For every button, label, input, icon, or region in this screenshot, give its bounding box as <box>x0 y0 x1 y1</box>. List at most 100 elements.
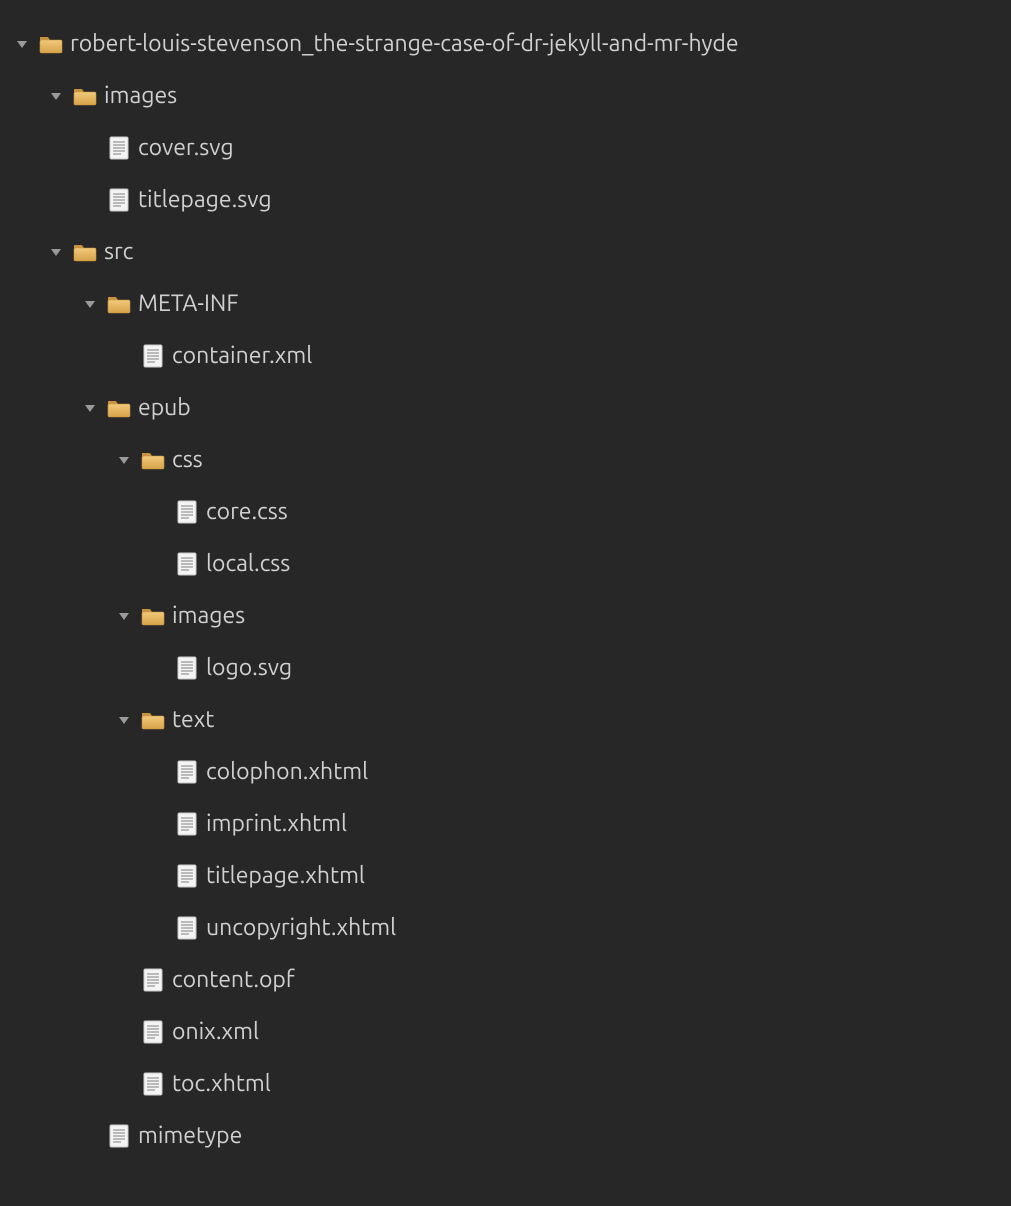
indent <box>78 980 112 981</box>
indent <box>10 564 44 565</box>
indent <box>44 304 78 305</box>
toggle-placeholder <box>146 552 170 576</box>
tree-item-label: titlepage.xhtml <box>206 850 365 902</box>
chevron-down-icon[interactable] <box>78 292 102 316</box>
indent <box>10 616 44 617</box>
file-icon <box>174 811 200 837</box>
folder-icon <box>106 395 132 421</box>
tree-row-container-xml[interactable]: container.xml <box>10 330 1011 382</box>
tree-row-titlepage-xhtml[interactable]: titlepage.xhtml <box>10 850 1011 902</box>
folder-icon <box>72 83 98 109</box>
tree-row-colophon-xhtml[interactable]: colophon.xhtml <box>10 746 1011 798</box>
indent <box>112 564 146 565</box>
indent <box>44 408 78 409</box>
indent <box>10 876 44 877</box>
tree-item-label: colophon.xhtml <box>206 746 368 798</box>
folder-icon <box>72 239 98 265</box>
file-icon <box>106 1123 132 1149</box>
tree-row-images[interactable]: images <box>10 70 1011 122</box>
indent <box>112 928 146 929</box>
file-icon <box>174 863 200 889</box>
chevron-down-icon[interactable] <box>112 448 136 472</box>
indent <box>44 720 78 721</box>
tree-row-meta-inf[interactable]: META-INF <box>10 278 1011 330</box>
tree-row-content-opf[interactable]: content.opf <box>10 954 1011 1006</box>
tree-row-core-css[interactable]: core.css <box>10 486 1011 538</box>
tree-row-local-css[interactable]: local.css <box>10 538 1011 590</box>
file-icon <box>140 1071 166 1097</box>
tree-item-label: logo.svg <box>206 642 292 694</box>
file-icon <box>174 551 200 577</box>
tree-row-epub[interactable]: epub <box>10 382 1011 434</box>
tree-row-robert-louis-stevenson-the-strange-case-of-dr-jekyll-and-mr-hyde[interactable]: robert-louis-stevenson_the-strange-case-… <box>10 18 1011 70</box>
indent <box>78 668 112 669</box>
folder-icon <box>140 707 166 733</box>
indent <box>44 512 78 513</box>
chevron-down-icon[interactable] <box>44 240 68 264</box>
indent <box>78 772 112 773</box>
tree-row-titlepage-svg[interactable]: titlepage.svg <box>10 174 1011 226</box>
indent <box>10 1084 44 1085</box>
chevron-down-icon[interactable] <box>10 32 34 56</box>
tree-item-label: mimetype <box>138 1110 242 1162</box>
indent <box>78 824 112 825</box>
tree-item-label: content.opf <box>172 954 295 1006</box>
indent <box>10 148 44 149</box>
indent <box>10 720 44 721</box>
tree-row-logo-svg[interactable]: logo.svg <box>10 642 1011 694</box>
indent <box>44 876 78 877</box>
folder-icon <box>106 291 132 317</box>
tree-row-imprint-xhtml[interactable]: imprint.xhtml <box>10 798 1011 850</box>
indent <box>78 564 112 565</box>
indent <box>10 928 44 929</box>
indent <box>44 616 78 617</box>
tree-item-label: core.css <box>206 486 288 538</box>
tree-row-cover-svg[interactable]: cover.svg <box>10 122 1011 174</box>
tree-row-images[interactable]: images <box>10 590 1011 642</box>
tree-row-uncopyright-xhtml[interactable]: uncopyright.xhtml <box>10 902 1011 954</box>
toggle-placeholder <box>146 500 170 524</box>
indent <box>112 824 146 825</box>
file-icon <box>106 135 132 161</box>
tree-row-text[interactable]: text <box>10 694 1011 746</box>
toggle-placeholder <box>78 188 102 212</box>
indent <box>112 512 146 513</box>
tree-row-toc-xhtml[interactable]: toc.xhtml <box>10 1058 1011 1110</box>
indent <box>10 1136 44 1137</box>
chevron-down-icon[interactable] <box>112 604 136 628</box>
tree-row-mimetype[interactable]: mimetype <box>10 1110 1011 1162</box>
file-icon <box>140 967 166 993</box>
file-icon <box>174 499 200 525</box>
folder-icon <box>38 31 64 57</box>
chevron-down-icon[interactable] <box>112 708 136 732</box>
indent <box>10 408 44 409</box>
indent <box>44 460 78 461</box>
toggle-placeholder <box>146 812 170 836</box>
tree-row-css[interactable]: css <box>10 434 1011 486</box>
indent <box>44 356 78 357</box>
indent <box>78 460 112 461</box>
toggle-placeholder <box>146 760 170 784</box>
tree-item-label: images <box>172 590 245 642</box>
indent <box>10 252 44 253</box>
tree-row-src[interactable]: src <box>10 226 1011 278</box>
tree-row-onix-xml[interactable]: onix.xml <box>10 1006 1011 1058</box>
chevron-down-icon[interactable] <box>44 84 68 108</box>
indent <box>78 1084 112 1085</box>
toggle-placeholder <box>78 1124 102 1148</box>
file-icon <box>174 915 200 941</box>
tree-item-label: container.xml <box>172 330 312 382</box>
indent <box>78 928 112 929</box>
indent <box>10 1032 44 1033</box>
indent <box>44 824 78 825</box>
indent <box>10 96 44 97</box>
indent <box>44 928 78 929</box>
indent <box>44 1032 78 1033</box>
file-tree: robert-louis-stevenson_the-strange-case-… <box>0 0 1011 1162</box>
indent <box>78 720 112 721</box>
chevron-down-icon[interactable] <box>78 396 102 420</box>
indent <box>44 772 78 773</box>
indent <box>44 668 78 669</box>
indent <box>112 876 146 877</box>
toggle-placeholder <box>112 968 136 992</box>
